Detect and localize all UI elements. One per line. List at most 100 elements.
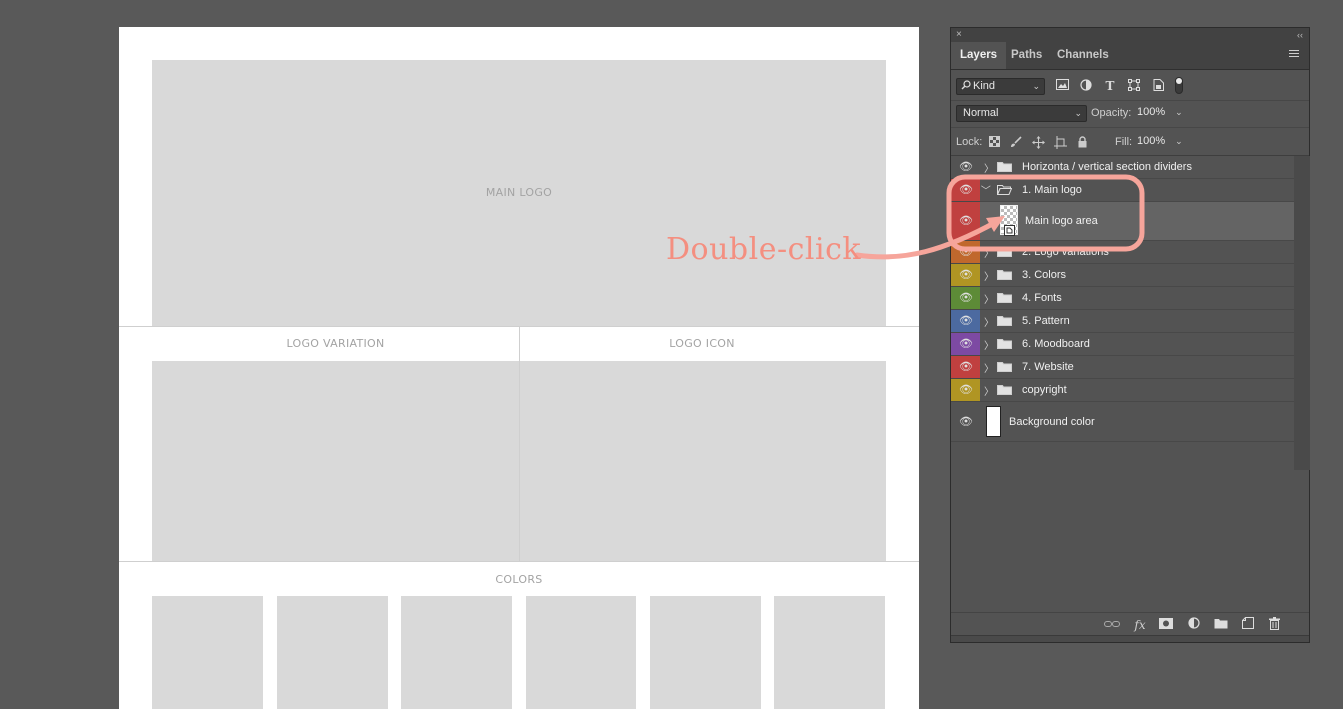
chevron-right-icon[interactable]: 〉 (984, 310, 994, 332)
folder-icon (997, 247, 1012, 257)
lock-all-icon[interactable] (1075, 136, 1089, 150)
visibility-eye-icon[interactable]: 👁 (959, 361, 973, 373)
panel-tabs: Layers Paths Channels (951, 42, 1309, 70)
annotation-double-click-label: Double-click (666, 232, 862, 267)
layer-row[interactable]: 👁 〉 copyright (951, 379, 1294, 402)
visibility-eye-icon[interactable]: 👁 (959, 338, 973, 350)
blend-row: Normal ⌄ Opacity: 100% ⌄ (951, 100, 1309, 127)
tab-channels[interactable]: Channels (1048, 42, 1118, 69)
section-divider (119, 561, 919, 562)
folder-icon (997, 293, 1012, 303)
chevron-down-icon: ⌄ (1074, 108, 1082, 118)
visibility-eye-icon[interactable]: 👁 (959, 246, 973, 258)
kind-filter-label: Kind (973, 80, 996, 92)
layer-name: 1. Main logo (1022, 184, 1082, 196)
new-group-icon[interactable] (1213, 617, 1229, 633)
folder-icon (997, 270, 1012, 280)
visibility-eye-icon[interactable]: 👁 (959, 269, 973, 281)
close-panel-icon[interactable]: × (956, 28, 962, 42)
chevron-right-icon[interactable]: 〉 (984, 333, 994, 355)
color-swatch (401, 596, 512, 709)
link-layers-icon[interactable] (1104, 617, 1120, 633)
tab-paths[interactable]: Paths (1002, 42, 1051, 69)
logo-icon-label: LOGO ICON (669, 337, 735, 350)
logo-icon-placeholder (520, 361, 886, 561)
layer-row[interactable]: 👁 〉 1. Main logo (951, 179, 1294, 202)
layer-row[interactable]: 👁 〉 3. Colors (951, 264, 1294, 287)
folder-icon (997, 385, 1012, 395)
folder-icon (997, 316, 1012, 326)
layer-name: 3. Colors (1022, 269, 1067, 281)
layer-name: 5. Pattern (1022, 315, 1070, 327)
lock-image-pixels-icon[interactable] (1009, 136, 1023, 150)
tab-layers[interactable]: Layers (951, 42, 1007, 69)
chevron-right-icon[interactable]: 〉 (984, 241, 994, 263)
layers-list: 👁 〉 Horizonta / vertical section divider… (951, 156, 1294, 442)
layer-thumbnail[interactable] (986, 406, 1001, 437)
colors-label: COLORS (495, 573, 543, 586)
layer-row[interactable]: 👁 〉 5. Pattern (951, 310, 1294, 333)
layer-row[interactable]: 👁 Background color (951, 402, 1294, 442)
fill-field[interactable]: 100% ⌄ (1137, 135, 1183, 147)
adjustment-filter-icon[interactable] (1079, 79, 1093, 93)
chevron-right-icon[interactable]: 〉 (984, 264, 994, 286)
visibility-eye-icon[interactable]: 👁 (959, 215, 973, 227)
color-swatch (152, 596, 263, 709)
visibility-eye-icon[interactable]: 👁 (959, 315, 973, 327)
lock-transparent-pixels-icon[interactable] (987, 136, 1001, 150)
trash-icon[interactable] (1266, 617, 1282, 633)
fx-icon[interactable]: fx (1132, 617, 1148, 633)
layer-mask-icon[interactable] (1158, 617, 1174, 633)
chevron-right-icon[interactable]: 〉 (984, 379, 994, 401)
color-swatch (526, 596, 636, 709)
chevron-right-icon[interactable]: 〉 (984, 156, 994, 178)
fill-value: 100% (1137, 135, 1166, 147)
document-canvas[interactable]: MAIN LOGO LOGO VARIATION LOGO ICON COLOR… (119, 27, 919, 709)
layer-name: copyright (1022, 384, 1067, 396)
filter-toggle[interactable] (1175, 77, 1183, 94)
kind-filter-select[interactable]: Kind ⌄ (956, 78, 1045, 95)
visibility-eye-icon[interactable]: 👁 (959, 161, 973, 173)
shape-filter-icon[interactable] (1127, 79, 1141, 93)
visibility-eye-icon[interactable]: 👁 (959, 416, 973, 428)
opacity-field[interactable]: 100% ⌄ (1137, 106, 1183, 118)
layer-row[interactable]: 👁 〉 4. Fonts (951, 287, 1294, 310)
lock-artboard-icon[interactable] (1053, 136, 1067, 150)
blend-mode-value: Normal (963, 107, 999, 119)
collapse-panel-icon[interactable]: ‹‹ (1297, 28, 1303, 42)
lock-row: Lock: Fill: 100% ⌄ (951, 127, 1309, 156)
color-swatch (774, 596, 885, 709)
layer-row[interactable]: 👁 〉 7. Website (951, 356, 1294, 379)
visibility-eye-icon[interactable]: 👁 (959, 184, 973, 196)
visibility-eye-icon[interactable]: 👁 (959, 384, 973, 396)
layer-row[interactable]: 👁 〉 6. Moodboard (951, 333, 1294, 356)
logo-variation-placeholder (152, 361, 519, 561)
layer-row-selected[interactable]: 👁 Main logo area (951, 202, 1294, 241)
opacity-label: Opacity: (1091, 107, 1132, 119)
chevron-right-icon[interactable]: 〉 (984, 287, 994, 309)
chevron-down-icon: ⌄ (1032, 81, 1040, 91)
panel-bottom-toolbar: fx (951, 612, 1309, 637)
panel-resize-handle[interactable] (951, 635, 1309, 642)
chevron-right-icon[interactable]: 〉 (984, 356, 994, 378)
color-swatch (650, 596, 761, 709)
layers-scrollbar[interactable] (1294, 156, 1310, 470)
lock-position-icon[interactable] (1031, 136, 1045, 150)
layer-name: 6. Moodboard (1022, 338, 1090, 350)
smart-object-filter-icon[interactable] (1151, 79, 1165, 93)
panel-title-bar: × ‹‹ (951, 28, 1309, 42)
type-filter-icon[interactable]: T (1103, 79, 1117, 93)
layer-row[interactable]: 👁 〉 Horizonta / vertical section divider… (951, 156, 1294, 179)
blend-mode-select[interactable]: Normal ⌄ (956, 105, 1087, 122)
image-filter-icon[interactable] (1055, 79, 1069, 93)
layer-row[interactable]: 👁 〉 2. Logo variations (951, 241, 1294, 264)
adjustment-layer-icon[interactable] (1186, 617, 1202, 633)
chevron-down-icon: ⌄ (1175, 136, 1183, 146)
visibility-eye-icon[interactable]: 👁 (959, 292, 973, 304)
panel-menu-icon[interactable] (1289, 50, 1299, 59)
new-layer-icon[interactable] (1240, 617, 1256, 633)
layer-name: 2. Logo variations (1022, 246, 1109, 258)
chevron-down-icon[interactable]: 〉 (976, 185, 998, 195)
search-icon (961, 80, 971, 90)
layer-name: Horizonta / vertical section dividers (1022, 161, 1192, 173)
